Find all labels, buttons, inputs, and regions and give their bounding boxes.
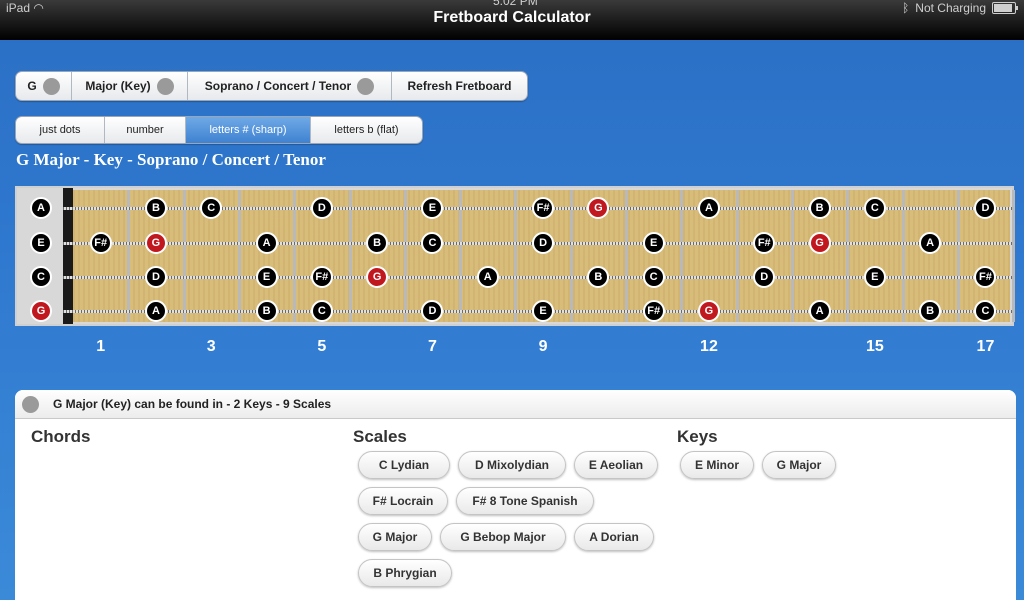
scale-pill[interactable]: F# 8 Tone Spanish xyxy=(456,487,594,515)
refresh-fretboard-button[interactable]: Refresh Fretboard xyxy=(392,72,527,100)
tuning-selector[interactable]: Soprano / Concert / Tenor xyxy=(188,72,392,100)
mode-letters-sharp[interactable]: letters # (sharp) xyxy=(186,117,311,143)
scale-pill[interactable]: F# Locrain xyxy=(358,487,448,515)
scale-pill[interactable]: G Bebop Major xyxy=(440,523,566,551)
scales-title: Scales xyxy=(353,427,407,446)
fret-note[interactable]: B xyxy=(255,300,278,322)
display-mode-control: just dots number letters # (sharp) lette… xyxy=(15,116,423,144)
fret-note[interactable]: A xyxy=(919,232,942,254)
open-note[interactable]: C xyxy=(30,266,52,288)
fret-number: 5 xyxy=(317,338,327,355)
fret-number: 1 xyxy=(96,338,106,355)
dropdown-dot-icon xyxy=(156,77,174,95)
keys-title: Keys xyxy=(677,427,718,446)
fret-number: 17 xyxy=(976,338,995,355)
fret-wire xyxy=(1012,190,1016,322)
fret-note[interactable]: G xyxy=(697,300,720,322)
collapse-dot-icon xyxy=(22,395,39,413)
open-note[interactable]: G xyxy=(30,300,52,322)
fret-note[interactable]: F# xyxy=(642,300,665,322)
mode-letters-flat[interactable]: letters b (flat) xyxy=(311,117,422,143)
fret-note[interactable]: E xyxy=(255,266,278,288)
fret-note[interactable]: F# xyxy=(310,266,333,288)
dropdown-dot-icon xyxy=(42,77,60,95)
scale-pill[interactable]: E Aeolian xyxy=(574,451,658,479)
dropdown-dot-icon xyxy=(357,77,375,95)
mode-number[interactable]: number xyxy=(105,117,186,143)
fret-note[interactable]: F# xyxy=(89,232,112,254)
scale-selector[interactable]: Major (Key) xyxy=(72,72,188,100)
fret-note[interactable]: A xyxy=(476,266,499,288)
fret-number: 12 xyxy=(700,338,718,355)
fret-number: 7 xyxy=(427,338,437,355)
fret-note[interactable]: E xyxy=(642,232,665,254)
results-panel: G Major (Key) can be found in - 2 Keys -… xyxy=(15,390,1016,600)
selector-bar: G Major (Key) Soprano / Concert / Tenor … xyxy=(15,71,528,101)
scale-pill[interactable]: A Dorian xyxy=(574,523,654,551)
open-note[interactable]: A xyxy=(30,197,52,219)
fretboard-subtitle: G Major - Key - Soprano / Concert / Teno… xyxy=(16,150,326,169)
fret-note[interactable]: E xyxy=(532,300,555,322)
fret-note[interactable]: A xyxy=(255,232,278,254)
fret-note[interactable]: B xyxy=(808,197,831,219)
fret-note[interactable]: C xyxy=(642,266,665,288)
key-pill[interactable]: G Major xyxy=(762,451,836,479)
fret-number: 15 xyxy=(865,338,884,355)
fret-note[interactable]: D xyxy=(532,232,555,254)
fret-note[interactable]: A xyxy=(808,300,831,322)
fret-note[interactable]: B xyxy=(366,232,389,254)
fret-note[interactable]: A xyxy=(697,197,720,219)
results-header[interactable]: G Major (Key) can be found in - 2 Keys -… xyxy=(15,390,1016,419)
status-time: 5:02 PM xyxy=(493,0,538,8)
fret-note[interactable]: G xyxy=(808,232,831,254)
open-note[interactable]: E xyxy=(30,232,52,254)
fret-note[interactable]: G xyxy=(366,266,389,288)
fret-note[interactable]: E xyxy=(863,266,886,288)
fret-note[interactable]: A xyxy=(144,300,167,322)
scale-pill[interactable]: D Mixolydian xyxy=(458,451,566,479)
note-selector[interactable]: G xyxy=(16,72,72,100)
fret-note[interactable]: D xyxy=(144,266,167,288)
scale-pill[interactable]: B Phrygian xyxy=(358,559,452,587)
fret-number: 3 xyxy=(206,338,216,355)
fret-number: 9 xyxy=(538,338,548,355)
mode-just-dots[interactable]: just dots xyxy=(16,117,105,143)
key-pill[interactable]: E Minor xyxy=(680,451,754,479)
fret-note[interactable]: C xyxy=(310,300,333,322)
fret-note[interactable]: F# xyxy=(532,197,555,219)
top-bar: iPad ◠ 5:02 PM ᛒ Not Charging Fretboard … xyxy=(0,0,1024,40)
page-title: Fretboard Calculator xyxy=(433,9,591,26)
fret-note[interactable]: B xyxy=(919,300,942,322)
fretboard: ABCDEF#GABCDEF#GABCDEF#GACDEF#GABCDEF#GG… xyxy=(15,186,1016,326)
fret-note[interactable]: G xyxy=(144,232,167,254)
fret-note[interactable]: B xyxy=(144,197,167,219)
scale-pill[interactable]: C Lydian xyxy=(358,451,450,479)
chords-title: Chords xyxy=(31,427,91,446)
scale-pill[interactable]: G Major xyxy=(358,523,432,551)
fret-note[interactable]: D xyxy=(310,197,333,219)
fret-note[interactable]: C xyxy=(863,197,886,219)
